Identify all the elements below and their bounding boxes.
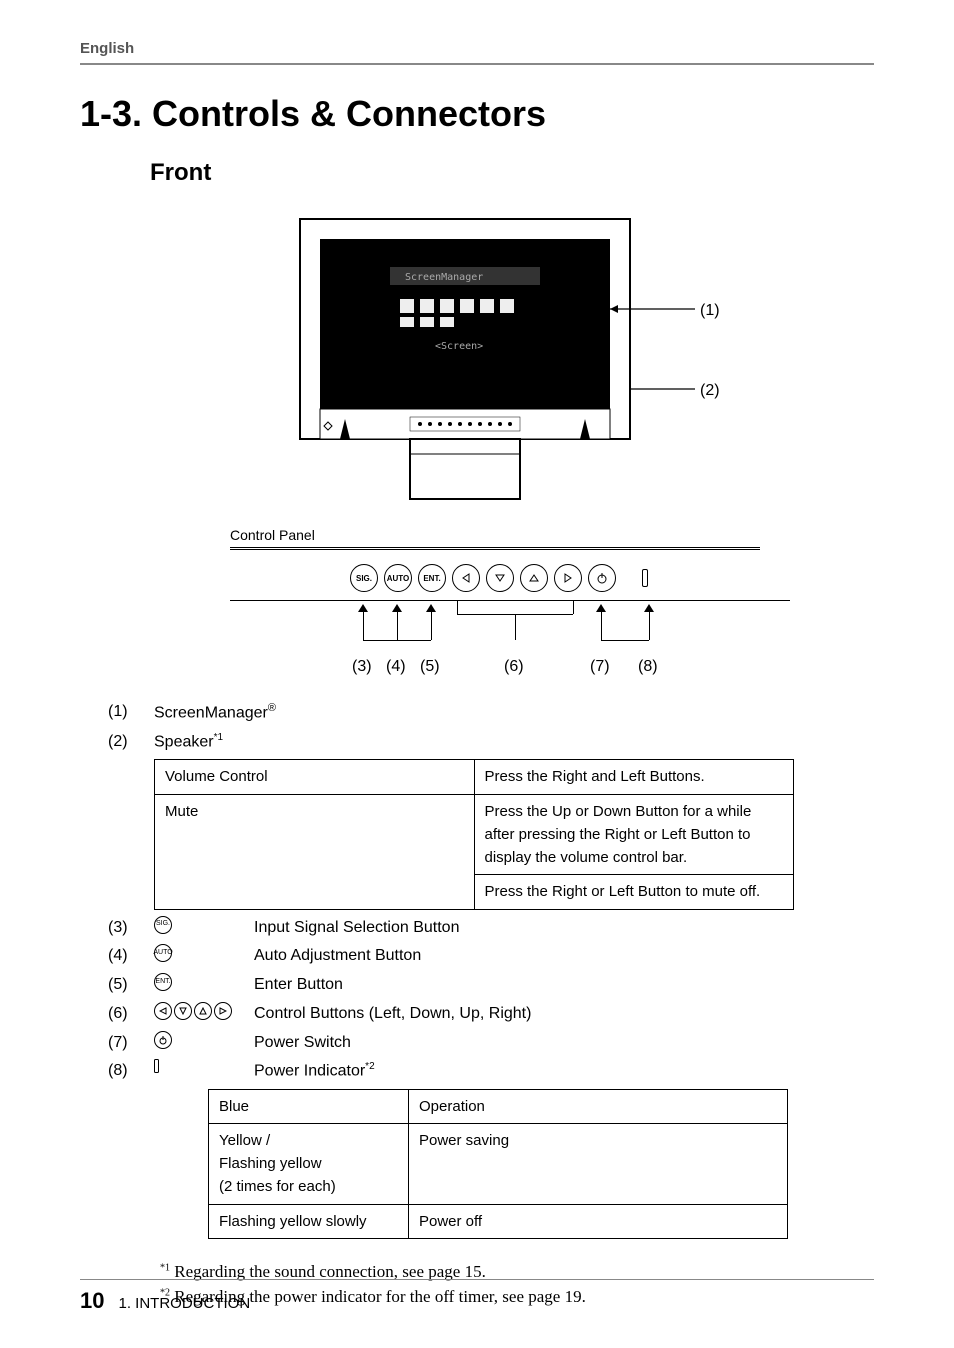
double-rule	[230, 547, 760, 550]
page-number: 10	[80, 1288, 104, 1314]
pointer-4-label: (4)	[386, 658, 406, 676]
pointer-1-label: (1)	[700, 302, 720, 319]
language-header: English	[80, 40, 874, 65]
panel-btn-sig: SIG.	[350, 564, 378, 592]
down-arrow-icon	[174, 1002, 192, 1020]
spec-row-8: (8) Power Indicator*2	[108, 1059, 874, 1084]
panel-led-icon	[642, 569, 648, 587]
spec-row-2: (2) Speaker*1	[108, 730, 874, 755]
main-heading: 1-3. Controls & Connectors	[80, 93, 874, 135]
table-row: Volume Control Press the Right and Left …	[155, 760, 794, 794]
pointer-8-label: (8)	[638, 658, 658, 676]
table-row: Mute Press the Up or Down Button for a w…	[155, 794, 794, 875]
speaker-operations-table: Volume Control Press the Right and Left …	[154, 759, 794, 909]
pointer-6-label: (6)	[504, 658, 524, 676]
spec-row-1: (1) ScreenManager®	[108, 700, 874, 726]
page-footer: 10 1. INTRODUCTION	[80, 1279, 874, 1314]
left-arrow-icon	[154, 1002, 172, 1020]
power-indicator-table: BlueOperation Yellow / Flashing yellow (…	[208, 1089, 788, 1239]
monitor-svg: ScreenManager <Screen> (1) (2)	[290, 209, 750, 509]
panel-btn-right	[554, 564, 582, 592]
table-row: BlueOperation	[209, 1089, 788, 1123]
sig-icon: SIG.	[154, 916, 172, 934]
svg-text:ScreenManager: ScreenManager	[405, 272, 483, 283]
svg-text:<Screen>: <Screen>	[435, 341, 483, 352]
control-panel-figure: SIG. AUTO ENT. (3) (4) (5) (6) (7) (	[230, 560, 790, 690]
footer-text: 1. INTRODUCTION	[118, 1295, 250, 1312]
pointer-2-label: (2)	[700, 382, 720, 399]
spec-row-7: (7) Power Switch	[108, 1031, 874, 1056]
panel-btn-up	[520, 564, 548, 592]
panel-btn-ent: ENT.	[418, 564, 446, 592]
spec-row-4: (4) AUTO Auto Adjustment Button	[108, 944, 874, 969]
led-icon	[154, 1059, 159, 1073]
panel-btn-down	[486, 564, 514, 592]
power-icon	[154, 1031, 172, 1049]
monitor-figure: ScreenManager <Screen> (1) (2)	[290, 209, 874, 509]
up-arrow-icon	[194, 1002, 212, 1020]
spec-list: (1) ScreenManager® (2) Speaker*1 Volume …	[108, 700, 874, 1239]
spec-row-3: (3) SIG. Input Signal Selection Button	[108, 916, 874, 941]
spec-row-5: (5) ENT. Enter Button	[108, 973, 874, 998]
table-row: Flashing yellow slowlyPower off	[209, 1204, 788, 1238]
spec-row-6: (6) Control Buttons (Left, Down, Up, Rig…	[108, 1002, 874, 1027]
pointer-3-label: (3)	[352, 658, 372, 676]
auto-icon: AUTO	[154, 944, 172, 962]
control-panel-label: Control Panel	[230, 527, 874, 543]
table-row: Yellow / Flashing yellow (2 times for ea…	[209, 1123, 788, 1204]
panel-btn-auto: AUTO	[384, 564, 412, 592]
subheading-front: Front	[150, 159, 874, 187]
panel-btn-power	[588, 564, 616, 592]
ent-icon: ENT.	[154, 973, 172, 991]
panel-btn-left	[452, 564, 480, 592]
right-arrow-icon	[214, 1002, 232, 1020]
pointer-7-label: (7)	[590, 658, 610, 676]
pointer-5-label: (5)	[420, 658, 440, 676]
